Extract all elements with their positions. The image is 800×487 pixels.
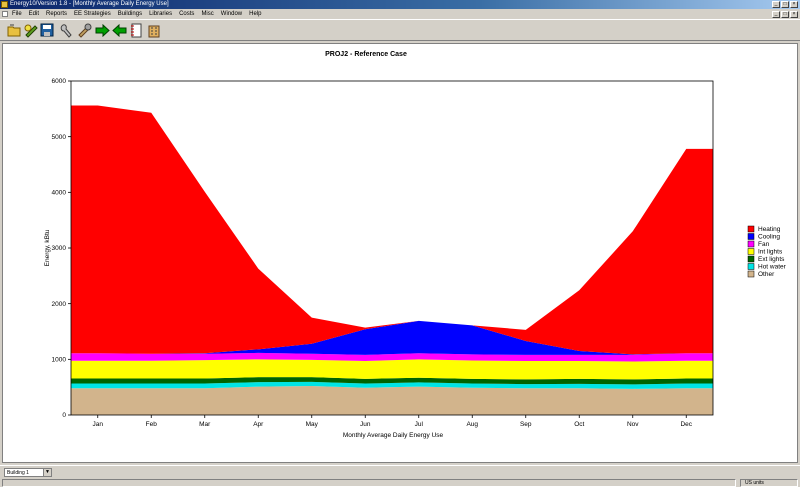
legend-swatch-heating — [747, 225, 755, 233]
building-select[interactable]: Building 1 ▼ — [4, 468, 52, 477]
notebook-icon[interactable] — [128, 22, 144, 38]
menu-reports[interactable]: Reports — [46, 9, 67, 19]
legend-label-ext-lights: Ext lights — [758, 256, 785, 263]
menu-window[interactable]: Window — [221, 9, 242, 19]
legend-label-fan: Fan — [758, 241, 770, 248]
x-tick-label: Jan — [93, 421, 104, 428]
y-tick-label: 4000 — [52, 190, 67, 197]
y-tick-label: 6000 — [52, 78, 67, 85]
x-tick-label: Jun — [360, 421, 371, 428]
area-other — [71, 386, 713, 415]
menu-list: File Edit Reports EE Strategies Buildings Lib… — [12, 9, 268, 19]
menu-ee-strategies[interactable]: EE Strategies — [74, 9, 111, 19]
menu-costs[interactable]: Costs — [179, 9, 194, 19]
legend-label-cooling: Cooling — [758, 234, 780, 241]
child-close-button[interactable]: × — [790, 11, 798, 18]
menu-file[interactable]: File — [12, 9, 22, 19]
menu-help[interactable]: Help — [249, 9, 261, 19]
lightbulb-icon[interactable] — [22, 22, 38, 38]
menu-bar: File Edit Reports EE Strategies Buildings Lib… — [0, 9, 800, 19]
menu-libraries[interactable]: Libraries — [149, 9, 172, 19]
child-restore-button[interactable]: □ — [781, 11, 789, 18]
toolbar — [0, 19, 800, 41]
child-window-controls: _ □ × — [772, 10, 798, 18]
legend-swatch-other — [747, 270, 755, 278]
legend-swatch-fan — [747, 240, 755, 248]
y-tick-label: 3000 — [52, 245, 67, 252]
x-tick-label: Apr — [253, 421, 264, 428]
area-int-lights — [71, 359, 713, 380]
save-icon[interactable] — [39, 22, 55, 38]
open-icon[interactable] — [6, 22, 22, 38]
x-tick-label: Aug — [466, 421, 478, 428]
y-axis-label: Energy, kBtu — [44, 229, 51, 266]
chevron-down-icon[interactable]: ▼ — [43, 469, 51, 476]
chart-title: PROJ2 - Reference Case — [325, 51, 407, 58]
app-icon — [1, 1, 8, 8]
legend-label-hot-water: Hot water — [758, 264, 787, 271]
document-icon[interactable] — [2, 11, 8, 17]
x-tick-label: Sep — [520, 421, 532, 428]
legend-label-heating: Heating — [758, 226, 781, 233]
window-controls: _ □ × — [772, 0, 798, 9]
wrench-icon[interactable] — [58, 22, 74, 38]
x-tick-label: Mar — [199, 421, 211, 428]
x-tick-label: May — [306, 421, 319, 428]
x-axis-label: Monthly Average Daily Energy Use — [343, 432, 444, 439]
y-tick-label: 5000 — [52, 134, 67, 141]
restore-button[interactable]: □ — [781, 1, 789, 8]
y-tick-label: 1000 — [52, 357, 67, 364]
arrow-right-icon[interactable] — [94, 22, 110, 38]
menu-misc[interactable]: Misc — [201, 9, 213, 19]
menu-buildings[interactable]: Buildings — [118, 9, 142, 19]
tools-icon[interactable] — [76, 22, 92, 38]
x-tick-label: Jul — [415, 421, 424, 428]
x-tick-label: Feb — [146, 421, 158, 428]
y-tick-label: 2000 — [52, 301, 67, 308]
legend-swatch-int-lights — [747, 248, 755, 255]
area-heating — [71, 105, 713, 355]
legend-swatch-cooling — [747, 233, 755, 240]
menu-edit[interactable]: Edit — [29, 9, 39, 19]
building-icon[interactable] — [146, 22, 162, 38]
close-button[interactable]: × — [790, 1, 798, 8]
y-tick-label: 0 — [62, 412, 66, 419]
window-title: Energy10/Version 1.8 - [Monthly Average … — [10, 1, 169, 7]
status-bar: Building 1 ▼ US units — [0, 465, 800, 487]
status-panel — [2, 479, 736, 487]
legend-label-other: Other — [758, 271, 775, 278]
legend-label-int-lights: Int lights — [758, 249, 783, 256]
legend-swatch-hot-water — [747, 263, 755, 270]
x-tick-label: Dec — [680, 421, 692, 428]
chart-window: PROJ2 - Reference Case 0 1000 2000 3000 4000… — [2, 43, 798, 463]
x-tick-label: Oct — [574, 421, 584, 428]
plot-areas — [71, 105, 713, 415]
arrow-left-icon[interactable] — [111, 22, 127, 38]
title-bar[interactable]: Energy10/Version 1.8 - [Monthly Average … — [0, 0, 800, 9]
child-minimize-button[interactable]: _ — [772, 11, 780, 18]
energy-area-chart: PROJ2 - Reference Case 0 1000 2000 3000 4000… — [44, 51, 787, 439]
minimize-button[interactable]: _ — [772, 1, 780, 8]
building-select-value: Building 1 — [7, 470, 29, 476]
legend: HeatingCoolingFanInt lightsExt lightsHot… — [747, 225, 787, 278]
legend-swatch-ext-lights — [747, 255, 755, 263]
x-tick-label: Nov — [627, 421, 639, 428]
units-panel: US units — [740, 479, 798, 487]
